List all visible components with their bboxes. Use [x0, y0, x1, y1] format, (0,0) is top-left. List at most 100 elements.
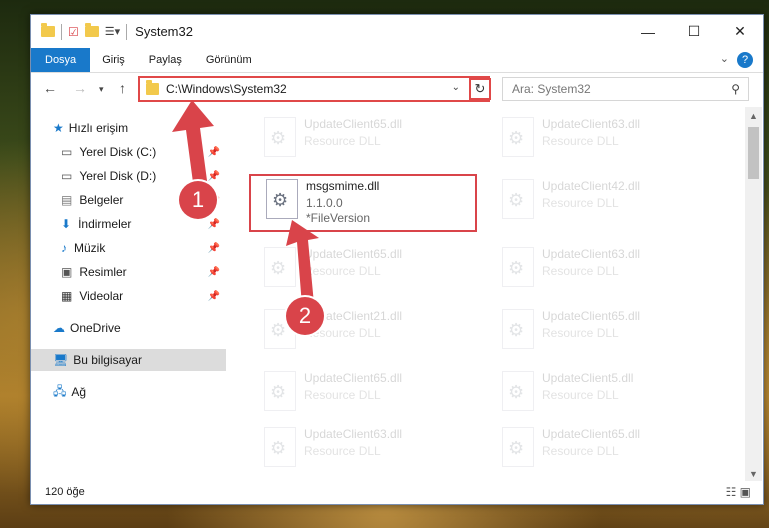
sidebar-item-label: Müzik	[74, 241, 106, 255]
pictures-icon: ▣	[61, 265, 73, 279]
sidebar-item-onedrive[interactable]: ☁ OneDrive	[53, 317, 226, 339]
callout-badge-2: 2	[286, 297, 324, 335]
file-tile[interactable]: UpdateClient65.dll Resource DLL	[248, 113, 473, 171]
file-tile[interactable]: UpdateClient63.dll Resource DLL	[486, 113, 711, 171]
drive-icon: ▭	[61, 145, 73, 159]
sidebar-item-label: Videolar	[79, 289, 124, 303]
new-folder-icon[interactable]	[84, 23, 99, 37]
documents-icon: ▤	[61, 193, 73, 207]
file-name: UpdateClient65.dll	[542, 309, 641, 323]
tab-file[interactable]: Dosya	[31, 48, 91, 72]
scroll-down-icon[interactable]: ▼	[749, 469, 758, 479]
file-description: Resource DLL	[304, 388, 381, 402]
address-bar[interactable]: C:\Windows\System32 ⌄	[138, 76, 490, 102]
videos-icon: ▦	[61, 289, 73, 303]
sidebar-item-music[interactable]: ♪ Müzik 📌	[61, 237, 226, 259]
file-name: UpdateClient63.dll	[542, 117, 641, 131]
view-toggle-icons[interactable]: ☷ ▣	[726, 485, 751, 499]
computer-icon: 🖥	[53, 353, 69, 367]
file-name: UpdateClient42.dll	[542, 179, 641, 193]
file-description: Resource DLL	[542, 134, 619, 148]
file-tile[interactable]: UpdateClient65.dllResource DLL	[486, 423, 711, 467]
properties-icon[interactable]: ☑	[68, 25, 79, 39]
file-explorer-window: ☑ ☰▾ System32 — ☐ ✕ Dosya Giriş Paylaş G…	[30, 14, 764, 505]
help-icon[interactable]: ?	[737, 52, 753, 68]
folder-icon	[41, 23, 55, 37]
sidebar-item-label: Hızlı erişim	[68, 121, 129, 135]
sidebar-item-label: Ağ	[71, 385, 87, 399]
tab-view[interactable]: Görünüm	[194, 48, 264, 72]
search-input[interactable]: Ara: System32 ⚲	[502, 77, 749, 101]
file-tile[interactable]: UpdateClient65.dll Resource DLL	[248, 367, 473, 425]
file-tile[interactable]: UpdateClient63.dll Resource DLL	[248, 423, 473, 467]
scroll-up-icon[interactable]: ▲	[749, 111, 758, 121]
pin-icon[interactable]: 📌	[208, 219, 220, 230]
pin-icon[interactable]: 📌	[208, 243, 220, 254]
forward-arrow-icon[interactable]: →	[73, 80, 87, 96]
file-name: UpdateClient65.dll	[304, 371, 403, 385]
dll-file-icon	[502, 179, 534, 219]
file-tile[interactable]: UpdateClient63.dll Resource DLL	[486, 243, 711, 301]
downloads-icon: ⬇	[61, 217, 72, 231]
sidebar-item-label: Bu bilgisayar	[73, 353, 142, 367]
file-description: Resource DLL	[542, 444, 619, 458]
star-icon: ★	[53, 121, 64, 135]
close-button[interactable]: ✕	[717, 15, 763, 48]
dll-file-icon	[502, 427, 534, 467]
divider	[126, 23, 128, 40]
file-highlight-box	[249, 174, 477, 232]
dll-file-icon	[502, 309, 534, 349]
sidebar-item-label: Belgeler	[79, 193, 124, 207]
up-arrow-icon[interactable]: ↑	[119, 80, 126, 96]
sidebar-item-videos[interactable]: ▦ Videolar 📌	[61, 285, 226, 307]
cloud-icon: ☁	[53, 321, 65, 335]
customize-toolbar-icon[interactable]: ☰▾	[105, 25, 120, 38]
refresh-icon: ↻	[474, 81, 486, 96]
sidebar-item-network[interactable]: 🖧 Ağ	[53, 381, 226, 403]
pin-icon[interactable]: 📌	[208, 291, 220, 302]
callout-badge-1: 1	[179, 181, 217, 219]
file-name: UpdateClient65.dll	[304, 117, 403, 131]
folder-icon	[146, 80, 159, 95]
expand-ribbon-icon[interactable]: ⌄	[720, 52, 729, 65]
back-arrow-icon[interactable]: ←	[43, 80, 57, 96]
search-placeholder: Ara: System32	[512, 82, 591, 96]
tab-share[interactable]: Paylaş	[137, 48, 194, 72]
file-description: Resource DLL	[542, 264, 619, 278]
search-icon: ⚲	[731, 82, 740, 96]
divider	[61, 23, 62, 40]
file-name: UpdateClient63.dll	[542, 247, 641, 261]
file-tile[interactable]: UpdateClient21.dllResource DLL	[248, 305, 473, 363]
recent-locations-icon[interactable]: ▾	[99, 84, 104, 95]
file-tile[interactable]: UpdateClient42.dll Resource DLL	[486, 175, 711, 233]
window-title: System32	[135, 24, 193, 39]
scrollbar-thumb[interactable]	[748, 127, 759, 179]
file-description: Resource DLL	[542, 388, 619, 402]
file-tile[interactable]: UpdateClient65.dllResource DLL	[486, 305, 711, 363]
file-tile[interactable]: UpdateClient5.dll Resource DLL	[486, 367, 711, 425]
dll-file-icon	[502, 371, 534, 411]
maximize-button[interactable]: ☐	[671, 15, 717, 48]
refresh-button[interactable]: ↻	[469, 78, 491, 100]
chevron-down-icon[interactable]: ⌄	[452, 82, 460, 93]
sidebar-item-label: Yerel Disk (C:)	[79, 145, 157, 159]
sidebar-item-label: Yerel Disk (D:)	[79, 169, 157, 183]
ribbon-tabs: Dosya Giriş Paylaş Görünüm ⌄ ?	[31, 48, 763, 73]
dll-file-icon	[264, 427, 296, 467]
vertical-scrollbar[interactable]: ▲ ▼	[745, 107, 762, 481]
quick-access-toolbar: ☑ ☰▾	[41, 23, 128, 40]
sidebar-item-pictures[interactable]: ▣ Resimler 📌	[61, 261, 226, 283]
address-path[interactable]: C:\Windows\System32	[166, 82, 287, 96]
sidebar-item-label: OneDrive	[70, 321, 121, 335]
music-icon: ♪	[61, 241, 67, 255]
navigation-bar: ← → ▾ ↑ C:\Windows\System32 ⌄ ↻ Ara: Sys…	[31, 75, 763, 103]
minimize-button[interactable]: —	[625, 15, 671, 48]
dll-file-icon	[264, 371, 296, 411]
status-bar: 120 öğe ☷ ▣	[31, 480, 763, 504]
pin-icon[interactable]: 📌	[208, 267, 220, 278]
sidebar-item-this-pc[interactable]: 🖥 Bu bilgisayar	[31, 349, 226, 371]
tab-home[interactable]: Giriş	[90, 48, 137, 72]
file-tile[interactable]: UpdateClient65.dllResource DLL	[248, 243, 473, 301]
file-description: Resource DLL	[304, 134, 381, 148]
file-description: Resource DLL	[542, 196, 619, 210]
